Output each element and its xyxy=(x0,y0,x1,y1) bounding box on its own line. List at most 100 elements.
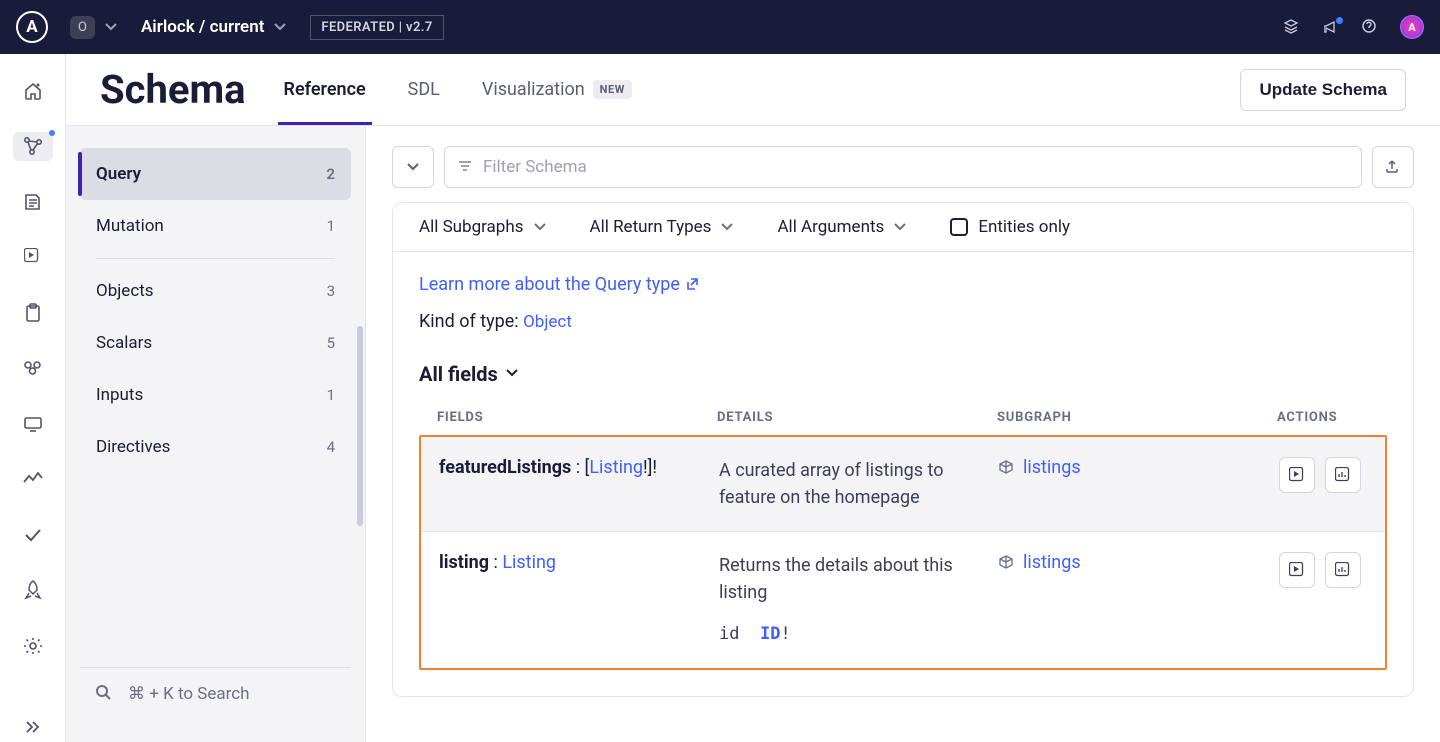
schema-tabs: Reference SDL Visualization NEW xyxy=(284,54,632,125)
chevron-down-icon xyxy=(894,223,906,231)
field-details: A curated array of listings to feature o… xyxy=(719,457,999,511)
divider xyxy=(96,258,335,259)
all-fields-label: All fields xyxy=(419,362,498,386)
rail-play[interactable] xyxy=(13,243,53,273)
rail-insights[interactable] xyxy=(13,465,53,495)
scrollbar-thumb[interactable] xyxy=(357,326,363,526)
search-icon xyxy=(96,685,114,703)
rail-clipboard[interactable] xyxy=(13,298,53,328)
type-label: Inputs xyxy=(96,385,143,405)
col-fields: FIELDS xyxy=(437,410,717,425)
rail-home[interactable] xyxy=(13,76,53,106)
type-item-directives[interactable]: Directives 4 xyxy=(80,421,351,473)
field-details: Returns the details about this listing i… xyxy=(719,552,999,648)
type-item-objects[interactable]: Objects 3 xyxy=(80,265,351,317)
sep: : [ xyxy=(571,457,589,478)
breadcrumb-text: Airlock / current xyxy=(141,17,264,37)
filter-arguments[interactable]: All Arguments xyxy=(777,217,906,237)
help-icon[interactable] xyxy=(1362,19,1378,35)
view-insights-button[interactable] xyxy=(1325,457,1361,493)
dd-label: All Subgraphs xyxy=(419,217,524,237)
suffix: !]! xyxy=(643,457,657,478)
all-fields-toggle[interactable]: All fields xyxy=(419,362,1387,386)
export-button[interactable] xyxy=(1372,146,1414,188)
collapse-filters-button[interactable] xyxy=(392,146,434,188)
chevron-down-icon xyxy=(274,23,286,31)
topbar-actions: A xyxy=(1284,15,1424,39)
chevron-down-icon xyxy=(105,23,117,31)
org-switcher[interactable]: O xyxy=(70,16,117,39)
type-label: Scalars xyxy=(96,333,152,353)
type-count: 5 xyxy=(327,334,335,352)
field-subgraph[interactable]: listings xyxy=(999,457,1279,478)
rail-collapse[interactable] xyxy=(13,713,53,742)
rail-checks[interactable] xyxy=(13,520,53,550)
new-badge: NEW xyxy=(593,80,632,99)
breadcrumb[interactable]: Airlock / current xyxy=(141,17,286,37)
avatar[interactable]: A xyxy=(1400,15,1424,39)
run-in-explorer-button[interactable] xyxy=(1279,552,1315,588)
run-in-explorer-button[interactable] xyxy=(1279,457,1315,493)
notification-dot xyxy=(49,130,55,136)
filter-schema-input[interactable]: Filter Schema xyxy=(444,146,1362,188)
type-item-scalars[interactable]: Scalars 5 xyxy=(80,317,351,369)
learn-more-text: Learn more about the Query type xyxy=(419,274,680,295)
tab-visualization[interactable]: Visualization NEW xyxy=(482,54,632,125)
rail-schema[interactable] xyxy=(13,132,53,162)
tab-sdl[interactable]: SDL xyxy=(408,54,440,125)
tab-reference[interactable]: Reference xyxy=(284,54,366,125)
arg-type-link[interactable]: ID xyxy=(760,624,780,644)
field-subgraph[interactable]: listings xyxy=(999,552,1279,573)
type-count: 4 xyxy=(327,438,335,456)
filter-toolbar: Filter Schema xyxy=(392,146,1414,188)
sep: : xyxy=(489,552,502,573)
arg-bang: ! xyxy=(780,624,790,644)
kind-label: Kind of type: xyxy=(419,311,523,332)
filter-return-types[interactable]: All Return Types xyxy=(590,217,734,237)
external-link-icon xyxy=(686,278,700,292)
type-label: Objects xyxy=(96,281,154,301)
cube-icon xyxy=(999,460,1015,476)
rail-subgraphs[interactable] xyxy=(13,354,53,384)
filter-entities-only[interactable]: Entities only xyxy=(950,217,1070,237)
rail-settings[interactable] xyxy=(13,631,53,661)
arg-name: id xyxy=(719,624,739,644)
type-count: 1 xyxy=(327,217,335,235)
chevron-down-icon xyxy=(721,223,733,231)
col-subgraph: SUBGRAPH xyxy=(997,410,1277,425)
field-actions xyxy=(1279,552,1367,588)
nav-rail xyxy=(0,54,66,742)
command-search[interactable]: ⌘ + K to Search xyxy=(80,667,351,720)
type-link[interactable]: Listing xyxy=(502,552,556,573)
col-actions: ACTIONS xyxy=(1277,410,1369,425)
view-insights-button[interactable] xyxy=(1325,552,1361,588)
checkbox[interactable] xyxy=(950,218,968,236)
field-signature: featuredListings : [Listing!]! xyxy=(439,457,719,478)
page-header: Schema Reference SDL Visualization NEW U… xyxy=(66,54,1440,126)
rail-clients[interactable] xyxy=(13,409,53,439)
dd-label: All Arguments xyxy=(777,217,884,237)
filter-subgraphs[interactable]: All Subgraphs xyxy=(419,217,546,237)
table-row: featuredListings : [Listing!]! A curated… xyxy=(421,437,1385,531)
type-item-mutation[interactable]: Mutation 1 xyxy=(80,200,351,252)
apollo-logo[interactable]: A xyxy=(16,11,48,43)
type-count: 3 xyxy=(327,282,335,300)
rail-explorer[interactable] xyxy=(13,187,53,217)
announcements-icon[interactable] xyxy=(1324,20,1340,34)
filter-placeholder: Filter Schema xyxy=(483,157,587,177)
chevron-down-icon xyxy=(506,369,520,379)
notification-dot xyxy=(1336,17,1343,24)
kind-type-link[interactable]: Object xyxy=(523,312,572,332)
type-item-inputs[interactable]: Inputs 1 xyxy=(80,369,351,421)
type-link[interactable]: Listing xyxy=(589,457,643,478)
filter-icon xyxy=(459,161,473,173)
cube-icon xyxy=(999,555,1015,571)
learn-more-link[interactable]: Learn more about the Query type xyxy=(419,274,700,295)
type-item-query[interactable]: Query 2 xyxy=(80,148,351,200)
layers-icon[interactable] xyxy=(1284,19,1302,35)
update-schema-button[interactable]: Update Schema xyxy=(1240,69,1406,111)
query-panel: Learn more about the Query type Kind of … xyxy=(392,252,1414,697)
col-details: DETAILS xyxy=(717,410,997,425)
rail-launches[interactable] xyxy=(13,576,53,606)
kind-of-type: Kind of type: Object xyxy=(419,311,1387,332)
